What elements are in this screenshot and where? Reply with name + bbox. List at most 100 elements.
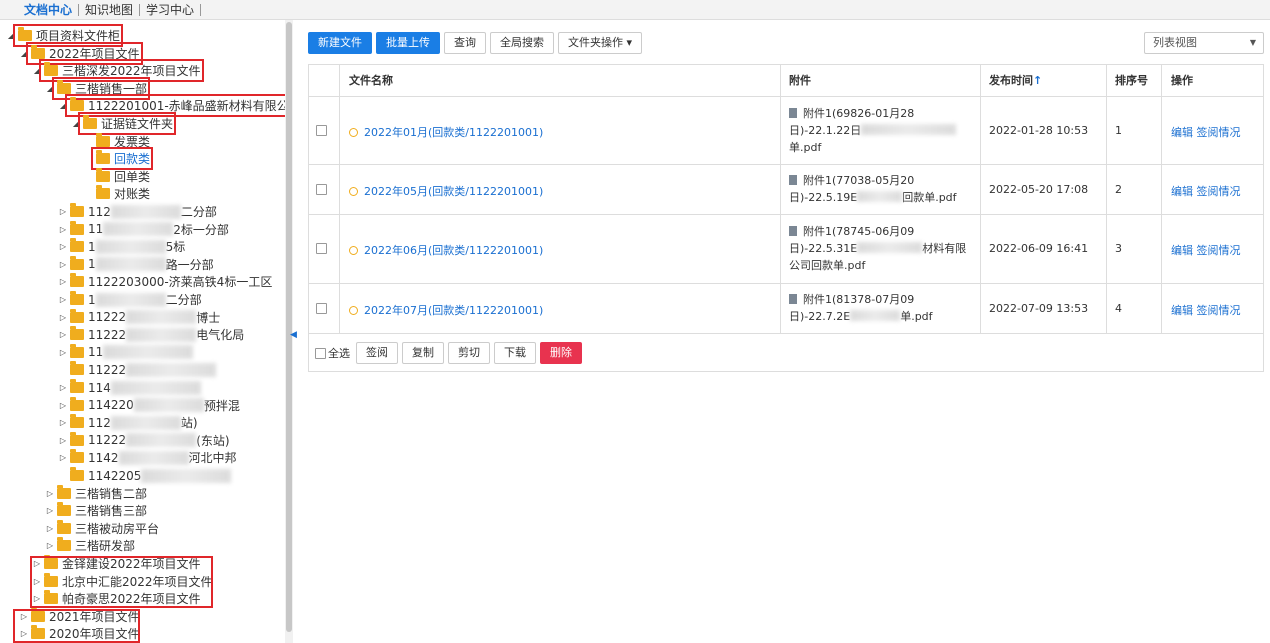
collapsed-caret-icon[interactable]: ▷	[45, 524, 55, 533]
collapsed-caret-icon[interactable]: ▷	[45, 489, 55, 498]
expanded-caret-icon[interactable]: ◢	[6, 31, 16, 40]
collapsed-caret-icon[interactable]: ▷	[58, 207, 68, 216]
sort-asc-icon[interactable]: ↑	[1033, 74, 1042, 87]
tree-node[interactable]: 11222	[58, 361, 217, 378]
tree-node[interactable]: ▷ 112 二分部	[58, 203, 217, 220]
expanded-caret-icon[interactable]: ◢	[32, 66, 42, 75]
download-button[interactable]: 下载	[494, 342, 536, 364]
row-checkbox[interactable]	[316, 243, 327, 254]
global-search-button[interactable]: 全局搜索	[490, 32, 554, 54]
tree-node[interactable]: 对账类	[84, 185, 150, 202]
collapsed-caret-icon[interactable]: ▷	[58, 453, 68, 462]
collapsed-caret-icon[interactable]: ▷	[45, 506, 55, 515]
collapse-sidebar-icon[interactable]: ◀	[290, 330, 297, 340]
tree-node[interactable]: ▷ 1122203000-济莱高铁4标一工区	[58, 273, 272, 290]
row-checkbox[interactable]	[316, 125, 327, 136]
collapsed-caret-icon[interactable]: ▷	[58, 383, 68, 392]
tree-node[interactable]: ▷ 2021年项目文件	[19, 607, 140, 625]
expanded-caret-icon[interactable]: ◢	[58, 101, 68, 110]
attachment-cell[interactable]: 附件1(81378-07月09 日)-22.7.2E 单.pdf	[789, 291, 969, 325]
tree-node[interactable]: ▷ 三楷研发部	[45, 537, 135, 554]
collapsed-caret-icon[interactable]: ▷	[32, 559, 42, 568]
tree-node[interactable]: ▷ 112 站)	[58, 414, 198, 431]
collapsed-caret-icon[interactable]: ▷	[32, 577, 42, 586]
collapsed-caret-icon[interactable]: ▷	[58, 260, 68, 269]
tree-node[interactable]: ▷ 金铎建设2022年项目文件	[32, 555, 201, 572]
nav-knowledge-map[interactable]: 知识地图	[79, 3, 141, 16]
collapsed-caret-icon[interactable]: ▷	[58, 401, 68, 410]
copy-button[interactable]: 复制	[402, 342, 444, 364]
sidebar-scrollbar-thumb[interactable]	[286, 22, 292, 632]
folder-ops-dropdown[interactable]: 文件夹操作 ▾	[558, 32, 643, 54]
expanded-caret-icon[interactable]: ◢	[19, 49, 29, 58]
tree-node[interactable]: ▷ 1142 河北中邦	[58, 449, 237, 466]
collapsed-caret-icon[interactable]: ▷	[58, 295, 68, 304]
tree-node[interactable]: ▷ 11 2标一分部	[58, 220, 229, 238]
tree-node[interactable]: ▷ 三楷销售三部	[45, 502, 147, 519]
attachment-cell[interactable]: 附件1(78745-06月09 日)-22.5.31E 材料有限 公司回款单.pd…	[789, 223, 969, 274]
file-name-link[interactable]: 2022年06月(回款类/1122201001)	[349, 242, 543, 258]
review-status-link[interactable]: 签阅情况	[1197, 244, 1241, 257]
edit-link[interactable]: 编辑	[1171, 304, 1193, 317]
tree-node[interactable]: ◢ 2022年项目文件	[19, 41, 143, 65]
attachment-cell[interactable]: 附件1(77038-05月20 日)-22.5.19E 回款单.pdf	[789, 172, 969, 206]
collapsed-caret-icon[interactable]: ▷	[32, 594, 42, 603]
file-name-link[interactable]: 2022年05月(回款类/1122201001)	[349, 183, 543, 199]
tree-node[interactable]: ▷ 1 路一分部	[58, 255, 214, 273]
tree-node[interactable]: ▷ 114220 预拌混	[58, 396, 240, 414]
batch-upload-button[interactable]: 批量上传	[376, 32, 440, 54]
collapsed-caret-icon[interactable]: ▷	[58, 277, 68, 286]
review-button[interactable]: 签阅	[356, 342, 398, 364]
view-select[interactable]: 列表视图 ▼	[1144, 32, 1264, 54]
tree-node[interactable]: ▷ 2020年项目文件	[19, 625, 140, 642]
tree-node[interactable]: ◢ 项目资料文件柜	[6, 24, 124, 47]
query-button[interactable]: 查询	[444, 32, 486, 54]
tree-node[interactable]: ▷ 1 二分部	[58, 291, 202, 308]
row-checkbox[interactable]	[316, 184, 327, 195]
edit-link[interactable]: 编辑	[1171, 126, 1193, 139]
collapsed-caret-icon[interactable]: ▷	[58, 348, 68, 357]
collapsed-caret-icon[interactable]: ▷	[58, 330, 68, 339]
file-name-link[interactable]: 2022年01月(回款类/1122201001)	[349, 124, 543, 140]
tree-node[interactable]: ▷ 11222 博士	[58, 308, 220, 326]
tree-node[interactable]: ▷ 三楷被动房平台	[45, 519, 159, 537]
edit-link[interactable]: 编辑	[1171, 244, 1193, 257]
attachment-cell[interactable]: 附件1(69826-01月28 日)-22.1.22日 单.pdf	[789, 105, 969, 156]
tree-node[interactable]: ▷ 帕奇豪思2022年项目文件	[32, 590, 201, 607]
collapsed-caret-icon[interactable]: ▷	[58, 313, 68, 322]
tree-node[interactable]: ▷ 11222 电气化局	[58, 326, 244, 343]
col-header-time[interactable]: 发布时间↑	[989, 65, 1042, 96]
tree-node[interactable]: 1142205	[58, 467, 232, 484]
new-file-button[interactable]: 新建文件	[308, 32, 372, 54]
collapsed-caret-icon[interactable]: ▷	[19, 612, 29, 621]
collapsed-caret-icon[interactable]: ▷	[19, 629, 29, 638]
review-status-link[interactable]: 签阅情况	[1197, 126, 1241, 139]
tree-node[interactable]: ◢ 三楷深发2022年项目文件	[32, 59, 204, 83]
cut-button[interactable]: 剪切	[448, 342, 490, 364]
delete-button[interactable]: 删除	[540, 342, 582, 364]
collapsed-caret-icon[interactable]: ▷	[58, 225, 68, 234]
tree-node[interactable]: ▷ 114	[58, 379, 201, 396]
tree-node[interactable]: ▷ 11222 (东站)	[58, 431, 230, 449]
review-status-link[interactable]: 签阅情况	[1197, 304, 1241, 317]
collapsed-caret-icon[interactable]: ▷	[58, 418, 68, 427]
tree-node[interactable]: 发票类	[84, 132, 150, 150]
select-all-checkbox[interactable]: 全选	[315, 345, 350, 361]
file-name-link[interactable]: 2022年07月(回款类/1122201001)	[349, 302, 543, 318]
edit-link[interactable]: 编辑	[1171, 185, 1193, 198]
collapsed-caret-icon[interactable]: ▷	[58, 436, 68, 445]
expanded-caret-icon[interactable]: ◢	[71, 119, 81, 128]
review-status-link[interactable]: 签阅情况	[1197, 185, 1241, 198]
tree-node[interactable]: ◢ 证据链文件夹	[71, 112, 177, 135]
collapsed-caret-icon[interactable]: ▷	[45, 541, 55, 550]
collapsed-caret-icon[interactable]: ▷	[58, 242, 68, 251]
tree-node[interactable]: ▷ 1 5标	[58, 238, 185, 255]
tree-node[interactable]: ◢ 三楷销售一部	[45, 76, 151, 100]
tree-node[interactable]: ◢ 1122201001-赤峰品盛新材料有限公司	[58, 94, 285, 118]
row-checkbox[interactable]	[316, 303, 327, 314]
tree-node[interactable]: 回款类	[84, 147, 154, 171]
expanded-caret-icon[interactable]: ◢	[45, 84, 55, 93]
tree-node[interactable]: ▷ 11	[58, 343, 194, 361]
nav-learning-center[interactable]: 学习中心	[140, 3, 202, 16]
tree-node[interactable]: ▷ 三楷销售二部	[45, 484, 147, 502]
